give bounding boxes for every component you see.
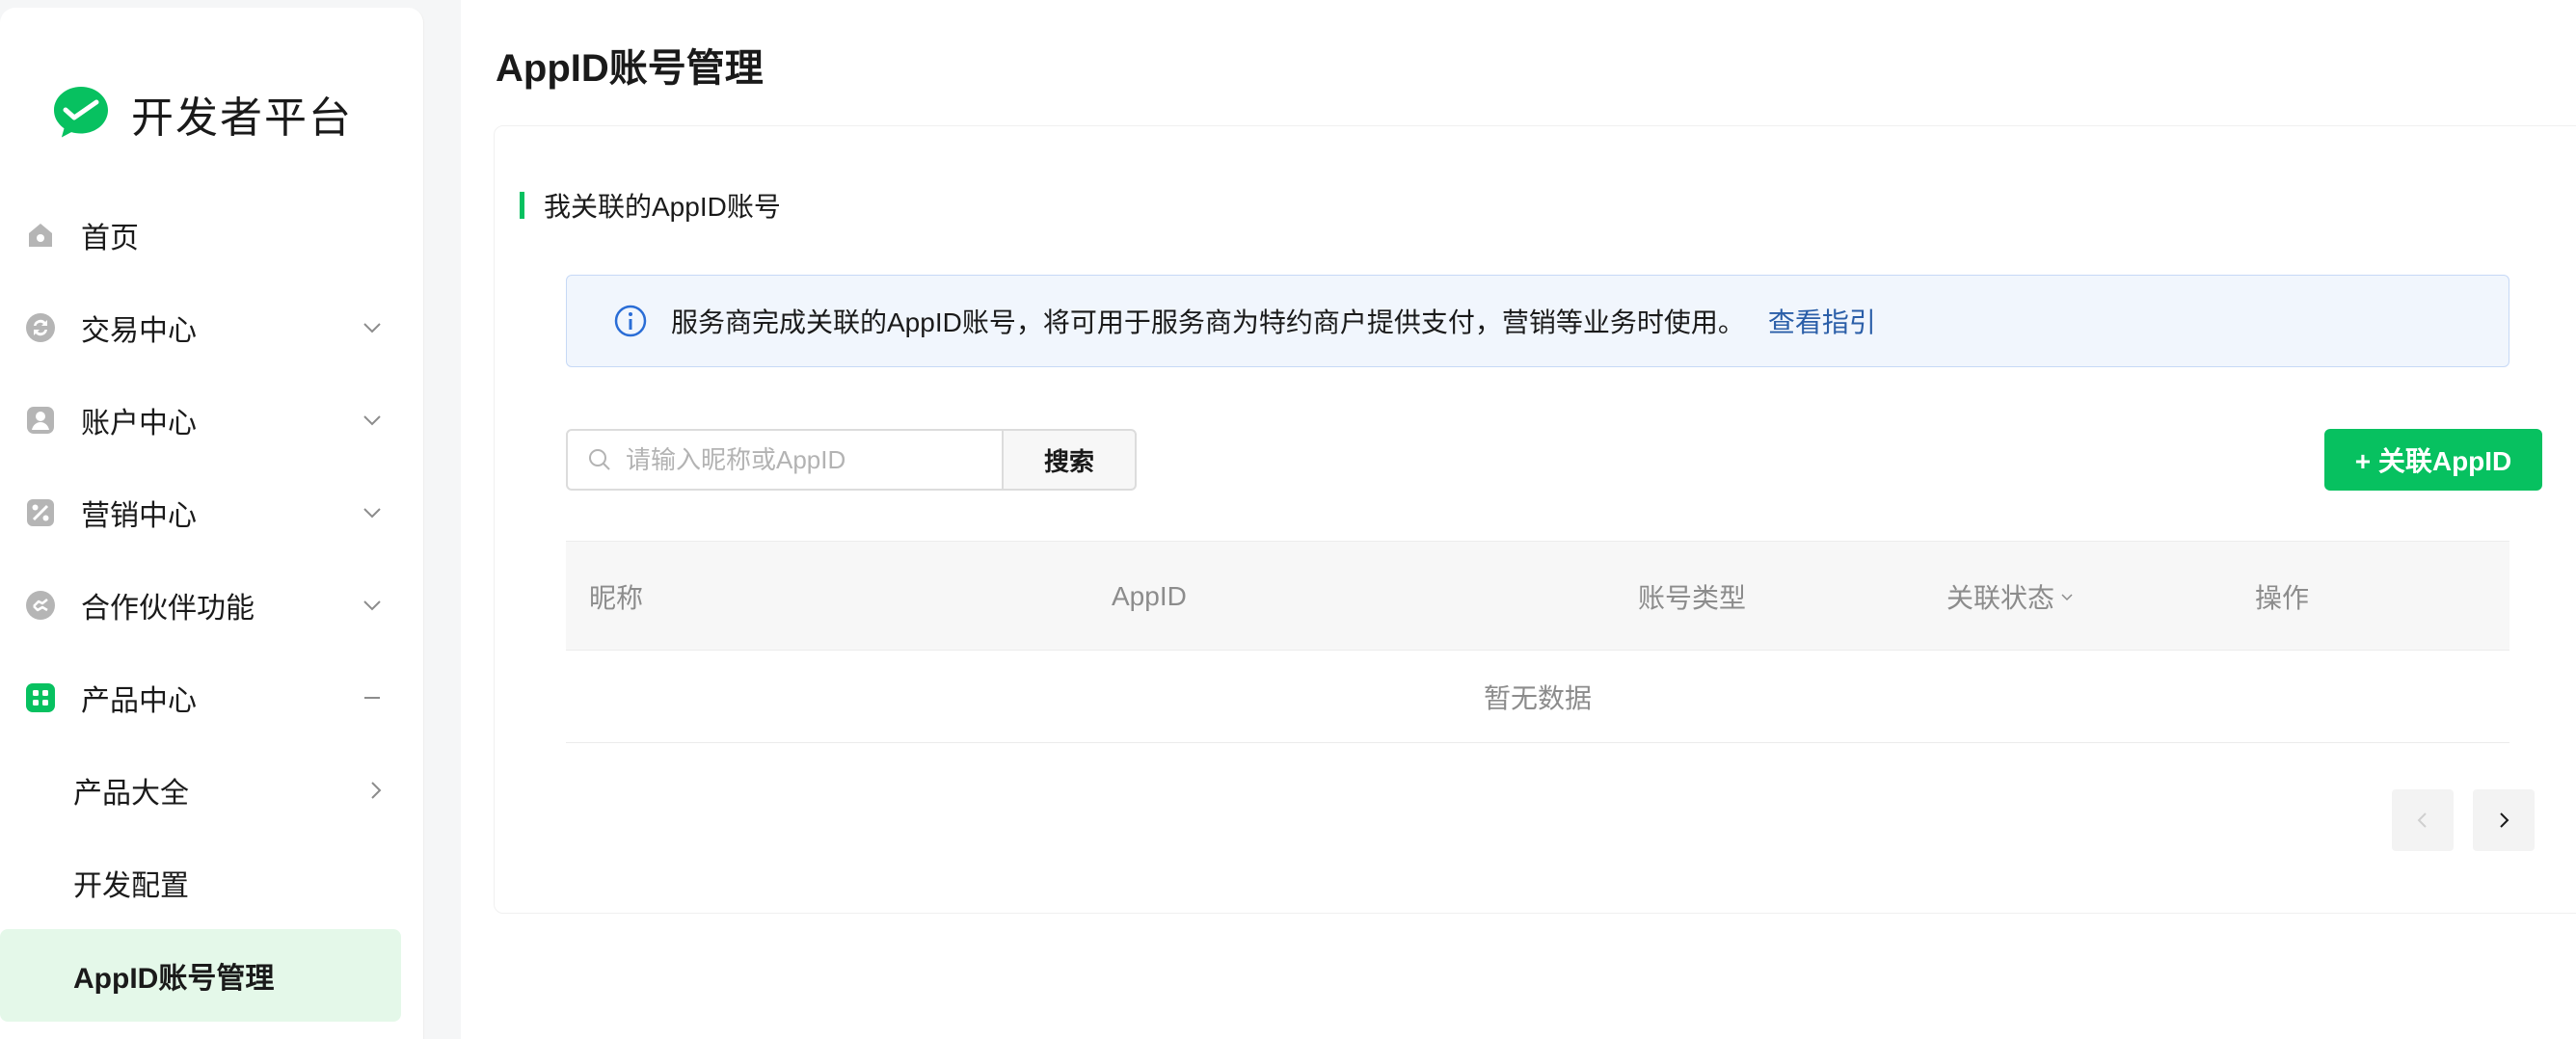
- column-header-appid: AppID: [1112, 542, 1187, 652]
- home-icon: [25, 220, 56, 251]
- brand[interactable]: 开发者平台: [50, 83, 353, 145]
- search-box[interactable]: [566, 429, 1004, 491]
- appid-table: 昵称 AppID 账号类型 关联状态 操作 暂无数据: [566, 541, 2509, 743]
- column-header-account-type: 账号类型: [1638, 542, 1746, 652]
- sidebar-item-account[interactable]: 账户中心: [0, 374, 424, 466]
- search-icon: [589, 449, 610, 470]
- pagination-prev-button[interactable]: [2392, 789, 2454, 851]
- brand-name: 开发者平台: [131, 94, 353, 142]
- column-header-label: 操作: [2255, 583, 2310, 613]
- column-header-nickname: 昵称: [589, 542, 643, 652]
- section-accent-bar: [520, 192, 524, 219]
- percent-icon: [25, 497, 56, 528]
- sidebar-subitem-dev-config[interactable]: 开发配置: [0, 837, 424, 929]
- view-guide-link[interactable]: 查看指引: [1768, 302, 1876, 340]
- column-header-label: 关联状态: [1946, 583, 2055, 613]
- chevron-down-icon[interactable]: [2058, 588, 2076, 605]
- page-title: AppID账号管理: [496, 47, 764, 90]
- sidebar-item-label: 营销中心: [81, 500, 197, 532]
- sidebar-item-label: 首页: [81, 223, 139, 254]
- chevron-down-icon: [363, 600, 381, 611]
- chevron-down-icon: [363, 323, 381, 333]
- sidebar-subitem-appid-management[interactable]: AppID账号管理: [0, 929, 401, 1022]
- exchange-icon: [25, 312, 56, 343]
- sidebar-subitem-all-products[interactable]: 产品大全: [0, 744, 424, 837]
- content-card: 我关联的AppID账号 服务商完成关联的AppID账号，将可用于服务商为特约商户…: [494, 125, 2576, 914]
- search-button[interactable]: 搜索: [1004, 429, 1137, 491]
- account-icon: [25, 405, 56, 436]
- sidebar-nav: 首页 交易中心 账户中心 营销中心 合作伙伴功能 产品中心 产品大全 开发配置 …: [0, 189, 424, 1022]
- empty-state: 暂无数据: [566, 651, 2509, 743]
- chevron-left-icon: [2417, 813, 2427, 828]
- column-header-label: 昵称: [589, 583, 644, 613]
- chevron-down-icon: [363, 415, 381, 426]
- info-notice: 服务商完成关联的AppID账号，将可用于服务商为特约商户提供支付，营销等业务时使…: [566, 275, 2509, 367]
- partner-icon: [25, 590, 56, 621]
- sidebar: 开发者平台 首页 交易中心 账户中心 营销中心 合作伙伴功能 产品中心 产品大全…: [0, 8, 424, 1039]
- sidebar-subitem-label: 产品大全: [73, 778, 189, 810]
- sidebar-item-label: 交易中心: [81, 315, 197, 347]
- sidebar-item-product-center[interactable]: 产品中心: [0, 652, 424, 744]
- section-title-text: 我关联的AppID账号: [544, 192, 781, 222]
- column-header-actions: 操作: [2255, 542, 2309, 652]
- info-icon: [614, 305, 647, 337]
- table-header: 昵称 AppID 账号类型 关联状态 操作: [566, 541, 2509, 651]
- sidebar-item-marketing[interactable]: 营销中心: [0, 466, 424, 559]
- section-title: 我关联的AppID账号: [520, 186, 781, 225]
- chevron-right-icon: [371, 782, 382, 799]
- product-grid-icon: [25, 682, 56, 713]
- sidebar-item-label: 产品中心: [81, 685, 197, 717]
- collapse-icon: [364, 697, 380, 699]
- chevron-down-icon: [363, 508, 381, 519]
- sidebar-subitem-label: 开发配置: [73, 870, 189, 902]
- search-input[interactable]: [626, 444, 992, 475]
- sidebar-item-trading[interactable]: 交易中心: [0, 281, 424, 374]
- sidebar-item-label: 账户中心: [81, 408, 197, 440]
- chevron-right-icon: [2500, 813, 2509, 828]
- notice-text: 服务商完成关联的AppID账号，将可用于服务商为特约商户提供支付，营销等业务时使…: [671, 307, 1745, 337]
- sidebar-item-partner[interactable]: 合作伙伴功能: [0, 559, 424, 652]
- column-header-link-status[interactable]: 关联状态: [1946, 542, 2076, 652]
- column-header-label: 账号类型: [1638, 583, 1747, 613]
- sidebar-item-home[interactable]: 首页: [0, 189, 424, 281]
- sidebar-item-label: 合作伙伴功能: [81, 593, 255, 625]
- sidebar-subitem-label: AppID账号管理: [73, 963, 275, 995]
- link-appid-button[interactable]: + 关联AppID: [2324, 429, 2542, 491]
- column-header-label: AppID: [1112, 581, 1187, 611]
- search-bar: 搜索: [566, 429, 1137, 491]
- main-content: AppID账号管理 我关联的AppID账号 服务商完成关联的AppID账号，将可…: [461, 0, 2576, 1039]
- pagination-next-button[interactable]: [2473, 789, 2535, 851]
- wechat-pay-logo-icon: [54, 87, 108, 138]
